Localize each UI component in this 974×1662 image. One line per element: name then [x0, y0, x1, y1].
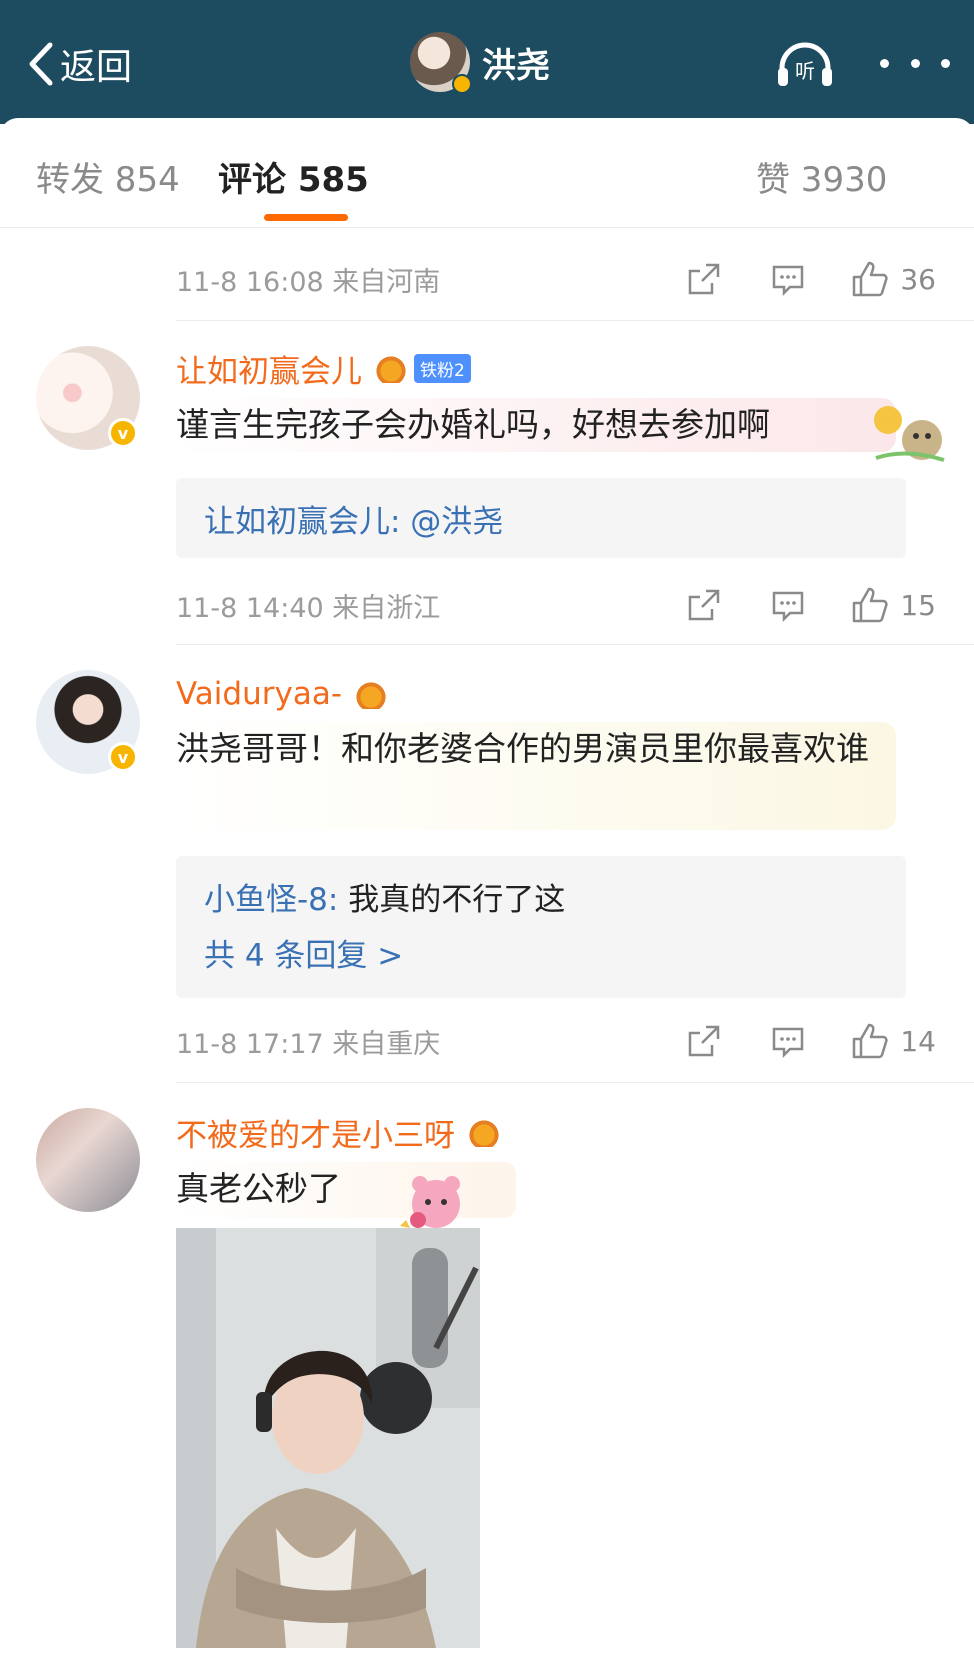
avatar	[410, 32, 472, 94]
reply-preview[interactable]: 让如初赢会儿: @洪尧	[176, 478, 906, 558]
title-area[interactable]: 洪尧	[410, 30, 550, 94]
crown-icon	[372, 353, 410, 383]
dot-icon	[941, 58, 950, 68]
reply-line: 让如初赢会儿: @洪尧	[204, 496, 503, 541]
more-options-button[interactable]	[880, 48, 950, 78]
like-button[interactable]: 36	[850, 259, 936, 299]
comment-timestamp: 11-8 17:17 来自重庆	[176, 1028, 441, 1060]
divider	[176, 1082, 974, 1083]
reply-text: 我真的不行了这	[338, 882, 566, 918]
reply-line: 小鱼怪-8: 我真的不行了这	[204, 872, 878, 928]
svg-text:听: 听	[795, 59, 815, 83]
like-button[interactable]: 14	[850, 1021, 936, 1061]
dot-icon	[880, 58, 889, 68]
dot-icon	[910, 58, 920, 68]
thumbs-up-icon	[853, 1023, 888, 1059]
reply-text: @洪尧	[400, 503, 504, 540]
thumbs-up-icon	[853, 261, 888, 297]
avatar[interactable]	[36, 1108, 140, 1212]
back-label: 返回	[60, 47, 133, 88]
comment-meta: 11-8 14:40 来自浙江 15	[176, 580, 946, 630]
comment-username[interactable]: Vaiduryaa-	[176, 672, 391, 716]
username-text: 不被爱的才是小三呀	[176, 1117, 455, 1154]
tab-bar: 转发 854 评论 585 赞 3930	[0, 118, 974, 228]
comment-icon[interactable]	[770, 587, 806, 623]
comment-meta: 11-8 16:08 来自河南 36	[176, 254, 946, 304]
back-button[interactable]: 返回	[26, 38, 132, 90]
reply-author[interactable]: 让如初赢会儿:	[204, 504, 400, 540]
reply-preview[interactable]: 小鱼怪-8: 我真的不行了这 共 4 条回复 >	[176, 856, 906, 998]
username-text: 让如初赢会儿	[176, 353, 362, 390]
headphones-icon[interactable]: 听	[774, 38, 836, 90]
tab-likes[interactable]: 赞 3930	[756, 152, 887, 201]
comment-text: 洪尧哥哥！和你老婆合作的男演员里你最喜欢谁	[176, 722, 896, 830]
tab-comments[interactable]: 评论 585	[218, 152, 369, 201]
reply-author[interactable]: 小鱼怪-8:	[204, 882, 338, 918]
comment-meta: 11-8 17:17 来自重庆 14	[176, 1016, 946, 1066]
comment-actions: 14	[638, 1016, 936, 1066]
photo-image	[176, 1228, 480, 1648]
share-icon[interactable]	[686, 1023, 722, 1059]
like-button[interactable]: 15	[850, 585, 936, 625]
tab-active-indicator	[264, 214, 348, 221]
sticker-icon	[874, 406, 945, 462]
divider	[176, 644, 974, 645]
divider	[176, 320, 974, 321]
top-bar: 返回 洪尧 听	[0, 0, 974, 124]
like-count: 15	[900, 588, 936, 622]
verified-badge-icon: v	[108, 742, 138, 772]
view-all-replies-link[interactable]: 共 4 条回复 >	[204, 928, 878, 984]
like-count: 14	[900, 1024, 936, 1058]
comment-username[interactable]: 不被爱的才是小三呀	[176, 1110, 503, 1154]
crown-icon	[465, 1117, 503, 1147]
comment-icon[interactable]	[770, 1023, 806, 1059]
verified-badge-icon: v	[108, 418, 138, 448]
comment-photo[interactable]	[176, 1228, 480, 1648]
tab-repost[interactable]: 转发 854	[36, 152, 180, 201]
page-title: 洪尧	[482, 45, 550, 86]
fan-level-badge: 铁粉2	[414, 353, 471, 383]
comment-actions: 15	[638, 580, 936, 630]
crown-icon	[352, 679, 391, 709]
share-icon[interactable]	[686, 261, 722, 297]
username-text: Vaiduryaa-	[176, 676, 343, 712]
verified-badge-icon	[452, 74, 472, 94]
share-icon[interactable]	[686, 587, 722, 623]
comment-icon[interactable]	[770, 261, 806, 297]
like-count: 36	[900, 262, 936, 296]
comment-text: 谨言生完孩子会办婚礼吗，好想去参加啊	[176, 398, 896, 452]
comment-actions: 36	[638, 254, 936, 304]
pink-bear-sticker-icon	[400, 1176, 460, 1228]
comment-username[interactable]: 让如初赢会儿 铁粉2	[176, 346, 471, 390]
comment-timestamp: 11-8 16:08 来自河南	[176, 266, 441, 298]
comment-timestamp: 11-8 14:40 来自浙江	[176, 592, 441, 624]
thumbs-up-icon	[853, 587, 888, 623]
chevron-left-icon	[29, 42, 53, 86]
